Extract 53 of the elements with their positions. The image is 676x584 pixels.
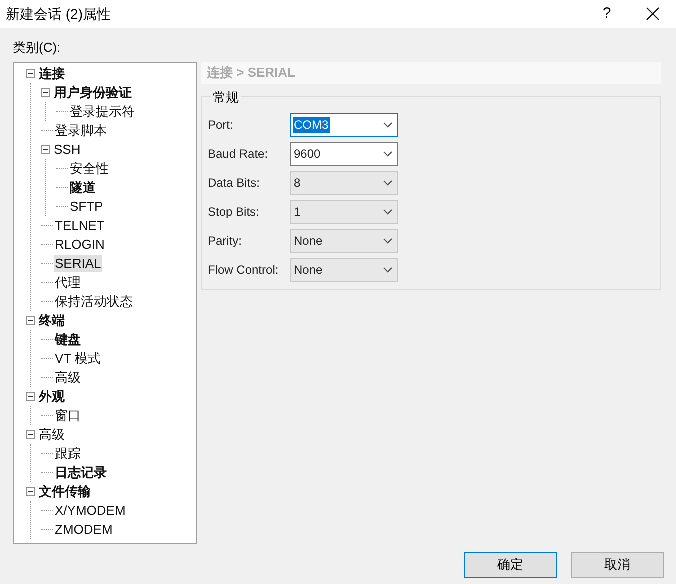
collapse-icon[interactable]: [26, 487, 35, 496]
field-label: Flow Control:: [208, 262, 280, 279]
chevron-down-icon: [383, 238, 393, 244]
tree-item[interactable]: VT 模式: [54, 350, 102, 367]
tree-item[interactable]: 文件传输: [38, 483, 92, 500]
field-label: Port:: [208, 117, 234, 134]
field-label: Parity:: [208, 233, 244, 250]
window-title: 新建会话 (2)属性: [5, 4, 111, 24]
field-label: Baud Rate:: [208, 146, 270, 163]
collapse-icon[interactable]: [41, 88, 50, 97]
field-label: Data Bits:: [208, 175, 262, 192]
tree-item[interactable]: 隧道: [69, 179, 97, 196]
collapse-icon[interactable]: [26, 316, 35, 325]
breadcrumb: 连接 > SERIAL: [207, 64, 296, 82]
tree-item[interactable]: 键盘: [54, 331, 82, 348]
cancel-button[interactable]: 取消: [571, 552, 664, 578]
field-label: Stop Bits:: [208, 204, 260, 221]
category-label: 类别(C):: [13, 40, 61, 55]
collapse-icon[interactable]: [26, 392, 35, 401]
tree-item[interactable]: 代理: [54, 274, 82, 291]
tree-item[interactable]: 跟踪: [54, 445, 82, 462]
tree-item[interactable]: 用户身份验证: [53, 84, 133, 101]
tree-item[interactable]: SFTP: [69, 198, 104, 215]
chevron-down-icon: [383, 267, 393, 273]
dropdown[interactable]: 9600: [290, 142, 398, 166]
tree-item[interactable]: 安全性: [69, 160, 110, 177]
collapse-icon[interactable]: [26, 69, 35, 78]
tree-item[interactable]: 日志记录: [54, 464, 108, 481]
tree-item[interactable]: 高级: [54, 369, 82, 386]
help-button[interactable]: ?: [584, 0, 630, 28]
tree-item[interactable]: TELNET: [54, 217, 106, 234]
dropdown[interactable]: COM3: [290, 113, 398, 137]
collapse-icon[interactable]: [26, 430, 35, 439]
close-icon: [646, 7, 660, 21]
tree-item[interactable]: RLOGIN: [54, 236, 106, 253]
chevron-down-icon: [383, 209, 393, 215]
tree-item[interactable]: 登录提示符: [69, 103, 136, 120]
chevron-down-icon: [383, 122, 393, 128]
tree-item[interactable]: SSH: [53, 141, 82, 158]
tree-item[interactable]: 窗口: [54, 407, 82, 424]
chevron-down-icon: [383, 180, 393, 186]
chevron-down-icon: [383, 151, 393, 157]
tree-item[interactable]: ZMODEM: [54, 521, 114, 538]
tree-item[interactable]: 保持活动状态: [54, 293, 134, 310]
tree-item[interactable]: 连接: [38, 65, 66, 82]
tree-item[interactable]: 高级: [38, 426, 66, 443]
collapse-icon[interactable]: [41, 145, 50, 154]
tree-item[interactable]: 登录脚本: [54, 122, 108, 139]
ok-button[interactable]: 确定: [464, 552, 557, 578]
tree-item[interactable]: 终端: [38, 312, 66, 329]
tree-item[interactable]: 外观: [38, 388, 66, 405]
tree-item[interactable]: SERIAL: [54, 255, 102, 272]
tree-item[interactable]: X/YMODEM: [54, 502, 127, 519]
